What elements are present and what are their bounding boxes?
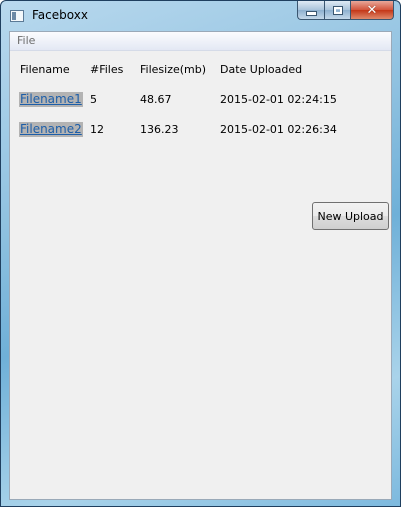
window-icon	[10, 10, 24, 22]
close-button[interactable]: ✕	[350, 1, 394, 20]
header-files: #Files	[90, 63, 124, 76]
row2-files: 12	[90, 123, 104, 136]
header-filename: Filename	[20, 63, 70, 76]
window-title: Faceboxx	[32, 8, 88, 22]
header-date-uploaded: Date Uploaded	[220, 63, 303, 76]
file-link-filename1[interactable]: Filename1	[19, 92, 83, 107]
row1-filesize: 48.67	[140, 93, 172, 106]
app-window: Faceboxx ✕ File Filename #Files Filesize…	[0, 0, 401, 507]
row1-files: 5	[90, 93, 97, 106]
minimize-icon	[306, 11, 316, 15]
maximize-button[interactable]	[324, 1, 350, 20]
row2-filesize: 136.23	[140, 123, 179, 136]
title-bar[interactable]: Faceboxx ✕	[1, 1, 400, 31]
minimize-button[interactable]	[297, 1, 324, 20]
maximize-icon	[332, 5, 343, 15]
row1-date: 2015-02-01 02:24:15	[220, 93, 337, 106]
new-upload-button[interactable]: New Upload	[312, 202, 389, 230]
menu-item-file[interactable]: File	[17, 34, 35, 47]
client-area: File Filename #Files Filesize(mb) Date U…	[9, 31, 392, 500]
header-filesize: Filesize(mb)	[140, 63, 207, 76]
menu-bar: File	[10, 32, 391, 51]
close-icon: ✕	[366, 2, 378, 18]
caption-buttons: ✕	[297, 1, 394, 20]
file-link-filename2[interactable]: Filename2	[19, 122, 83, 137]
row2-date: 2015-02-01 02:26:34	[220, 123, 337, 136]
